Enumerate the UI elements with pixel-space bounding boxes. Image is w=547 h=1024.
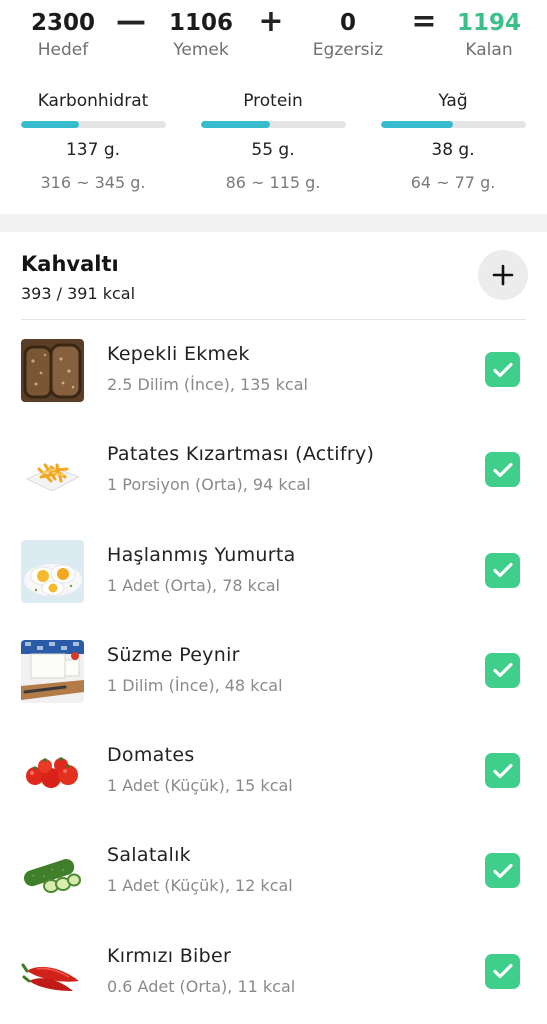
checkbox-checked[interactable] (485, 552, 520, 588)
food-detail: 1 Porsiyon (Orta), 94 kcal (107, 475, 311, 495)
cheese-image (21, 639, 84, 703)
checkbox-checked[interactable] (485, 953, 520, 989)
macro-fat[interactable]: Yağ 38 g. 64 ~ 77 g. (380, 90, 526, 194)
checkbox-checked[interactable] (485, 652, 520, 688)
food-name: Salatalık (107, 844, 191, 867)
food-name: Süzme Peynir (107, 643, 240, 666)
goal-value: 2300 (30, 10, 95, 36)
add-food-button[interactable] (478, 250, 528, 300)
checkmark-icon (492, 362, 513, 377)
meal-title: Kahvaltı (21, 252, 119, 276)
macro-carbs-bar-fill (20, 121, 79, 128)
goal-cell[interactable]: 2300 Hedef (8, 8, 118, 61)
checkmark-icon (492, 462, 513, 477)
plus-operator: + (258, 4, 284, 39)
food-detail: 2.5 Dilim (İnce), 135 kcal (107, 375, 308, 394)
remaining-value: 1194 (456, 10, 521, 36)
exercise-cell[interactable]: 0 Egzersiz (293, 8, 403, 61)
macro-fat-name: Yağ (438, 91, 468, 111)
macro-carbs-bar (20, 121, 166, 128)
food-name: Kepekli Ekmek (107, 343, 250, 365)
food-row[interactable]: Domates 1 Adet (Küçük), 15 kcal (0, 722, 547, 822)
exercise-label: Egzersiz (312, 40, 384, 60)
checkmark-icon (492, 562, 513, 578)
food-name: Kırmızı Biber (107, 944, 232, 967)
macro-fat-bar-fill (380, 121, 453, 128)
section-separator (0, 214, 547, 232)
food-label: Yemek (173, 40, 229, 60)
minus-operator: — (116, 4, 146, 39)
boiled-egg-image (21, 539, 84, 603)
food-detail: 1 Adet (Küçük), 12 kcal (107, 876, 293, 896)
macro-protein-bar-fill (200, 121, 271, 128)
meal-header-breakfast: Kahvaltı 393 / 391 kcal (0, 232, 547, 320)
tomato-image (21, 740, 84, 804)
food-row[interactable]: Kırmızı Biber 0.6 Adet (Orta), 11 kcal (0, 923, 547, 1023)
food-row[interactable]: Haşlanmış Yumurta 1 Adet (Orta), 78 kcal (0, 522, 547, 622)
macro-protein[interactable]: Protein 55 g. 86 ~ 115 g. (200, 90, 346, 194)
food-name: Patates Kızartması (Actifry) (107, 443, 375, 466)
fries-image (21, 439, 84, 503)
meal-calories: 393 / 391 kcal (21, 284, 136, 303)
food-list: Kepekli Ekmek 2.5 Dilim (İnce), 135 kcal… (0, 321, 547, 1023)
macro-carbs-name: Karbonhidrat (37, 91, 149, 111)
macro-fat-bar (380, 121, 526, 128)
macro-protein-name: Protein (243, 91, 303, 111)
food-row[interactable]: Salatalık 1 Adet (Küçük), 12 kcal (0, 822, 547, 922)
macro-fat-value: 38 g. (431, 140, 475, 160)
food-detail: 1 Dilim (İnce), 48 kcal (107, 675, 283, 695)
food-row[interactable]: Süzme Peynir 1 Dilim (İnce), 48 kcal (0, 622, 547, 722)
macro-protein-range: 86 ~ 115 g. (225, 173, 321, 192)
macro-fat-range: 64 ~ 77 g. (410, 173, 496, 192)
goal-label: Hedef (37, 40, 89, 60)
cucumber-image (21, 840, 84, 904)
plus-icon (492, 264, 514, 286)
food-row[interactable]: Patates Kızartması (Actifry) 1 Porsiyon … (0, 421, 547, 521)
checkbox-checked[interactable] (485, 452, 520, 488)
food-detail: 1 Adet (Küçük), 15 kcal (107, 776, 293, 796)
food-detail: 1 Adet (Orta), 78 kcal (107, 575, 280, 595)
checkbox-checked[interactable] (485, 853, 520, 889)
food-cell[interactable]: 1106 Yemek (146, 8, 256, 61)
food-value: 1106 (168, 10, 233, 36)
macro-protein-bar (200, 121, 346, 128)
calorie-summary: 2300 Hedef — 1106 Yemek + 0 Egzersiz = 1… (0, 0, 547, 214)
macro-carbs-value: 137 g. (65, 140, 121, 160)
macro-carbs[interactable]: Karbonhidrat 137 g. 316 ~ 345 g. (20, 90, 166, 194)
food-detail: 0.6 Adet (Orta), 11 kcal (107, 976, 296, 996)
remaining-label: Kalan (465, 40, 513, 60)
food-row[interactable]: Kepekli Ekmek 2.5 Dilim (İnce), 135 kcal (0, 321, 547, 421)
food-name: Domates (107, 744, 195, 767)
checkmark-icon (492, 763, 513, 778)
macro-protein-value: 55 g. (251, 140, 295, 160)
checkmark-icon (492, 964, 513, 979)
checkmark-icon (492, 863, 513, 879)
macro-carbs-range: 316 ~ 345 g. (40, 173, 146, 192)
exercise-value: 0 (339, 10, 356, 36)
food-name: Haşlanmış Yumurta (107, 543, 296, 566)
checkbox-checked[interactable] (485, 352, 520, 387)
bread-image (21, 339, 84, 402)
checkmark-icon (492, 663, 513, 678)
red-pepper-image (21, 940, 84, 1004)
remaining-cell[interactable]: 1194 Kalan (434, 8, 544, 61)
meal-divider (21, 319, 526, 320)
checkbox-checked[interactable] (485, 753, 520, 789)
